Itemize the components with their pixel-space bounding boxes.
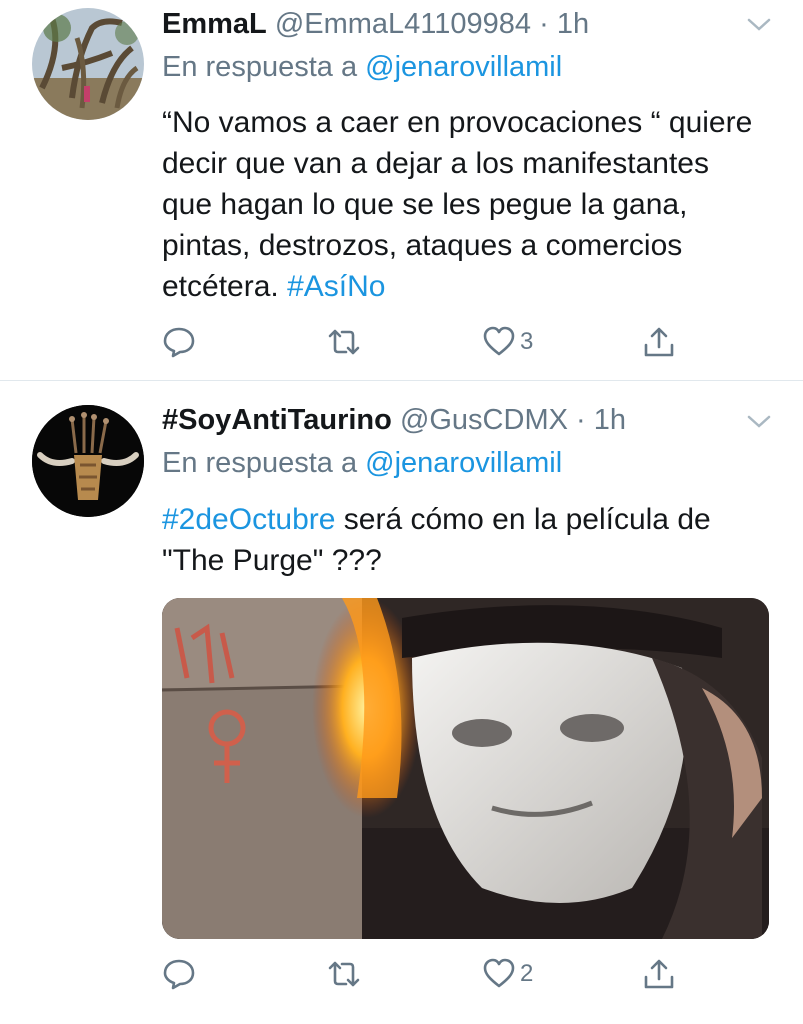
display-name[interactable]: EmmaL: [162, 8, 267, 40]
like-button[interactable]: 3: [482, 322, 533, 362]
retweet-button[interactable]: [326, 954, 366, 994]
tweet-text: #2deOctubre será cómo en la película de …: [162, 499, 762, 581]
tweet-header: EmmaL @EmmaL41109984 · 1h: [162, 6, 589, 42]
tweet-actions: 3: [162, 322, 702, 362]
tweet-media-image[interactable]: [162, 598, 769, 939]
hashtag-link[interactable]: #AsíNo: [287, 270, 385, 303]
like-icon: [483, 326, 515, 356]
share-icon: [644, 327, 674, 357]
like-icon: [483, 958, 515, 988]
like-count: 2: [520, 960, 534, 987]
like-count: 3: [520, 328, 534, 355]
avatar[interactable]: [32, 405, 144, 517]
reply-mention[interactable]: @jenarovillamil: [365, 51, 562, 83]
reply-prefix: En respuesta a: [162, 51, 358, 83]
reply-button[interactable]: [162, 954, 200, 994]
tweet[interactable]: #SoyAntiTaurino @GusCDMX · 1h En respues…: [0, 381, 803, 1024]
display-name[interactable]: #SoyAntiTaurino: [162, 404, 392, 436]
masked-person-fire-photo: [162, 598, 769, 939]
reply-icon: [163, 327, 195, 358]
user-handle[interactable]: @GusCDMX: [400, 404, 568, 436]
reply-prefix: En respuesta a: [162, 447, 358, 479]
reply-mention[interactable]: @jenarovillamil: [365, 447, 562, 479]
hashtag-link[interactable]: #2deOctubre: [162, 503, 335, 536]
chevron-down-icon[interactable]: [745, 15, 773, 35]
retweet-icon: [328, 329, 360, 355]
tweet-header: #SoyAntiTaurino @GusCDMX · 1h: [162, 402, 626, 438]
separator-dot: ·: [539, 8, 549, 40]
tweet-actions: 2: [162, 954, 702, 994]
share-button[interactable]: [642, 322, 676, 362]
tweet[interactable]: EmmaL @EmmaL41109984 · 1h En respuesta a…: [0, 0, 803, 380]
share-button[interactable]: [642, 954, 676, 994]
reply-button[interactable]: [162, 322, 200, 362]
user-handle[interactable]: @EmmaL41109984: [275, 8, 531, 40]
tweet-text-plain: “No vamos a caer en provocaciones “ quie…: [162, 106, 753, 303]
timestamp[interactable]: 1h: [594, 404, 626, 436]
bull-skull-avatar-icon: [32, 405, 144, 517]
avatar[interactable]: [32, 8, 144, 120]
retweet-button[interactable]: [326, 322, 366, 362]
reply-context: En respuesta a @jenarovillamil: [162, 49, 562, 85]
retweet-icon: [328, 961, 360, 987]
reply-context: En respuesta a @jenarovillamil: [162, 445, 562, 481]
share-icon: [644, 959, 674, 989]
tweet-text: “No vamos a caer en provocaciones “ quie…: [162, 102, 762, 307]
reply-icon: [163, 959, 195, 990]
like-button[interactable]: 2: [482, 954, 533, 994]
chevron-down-icon[interactable]: [745, 412, 773, 432]
separator-dot: ·: [576, 404, 586, 436]
timestamp[interactable]: 1h: [557, 8, 589, 40]
tree-avatar-icon: [32, 8, 144, 120]
